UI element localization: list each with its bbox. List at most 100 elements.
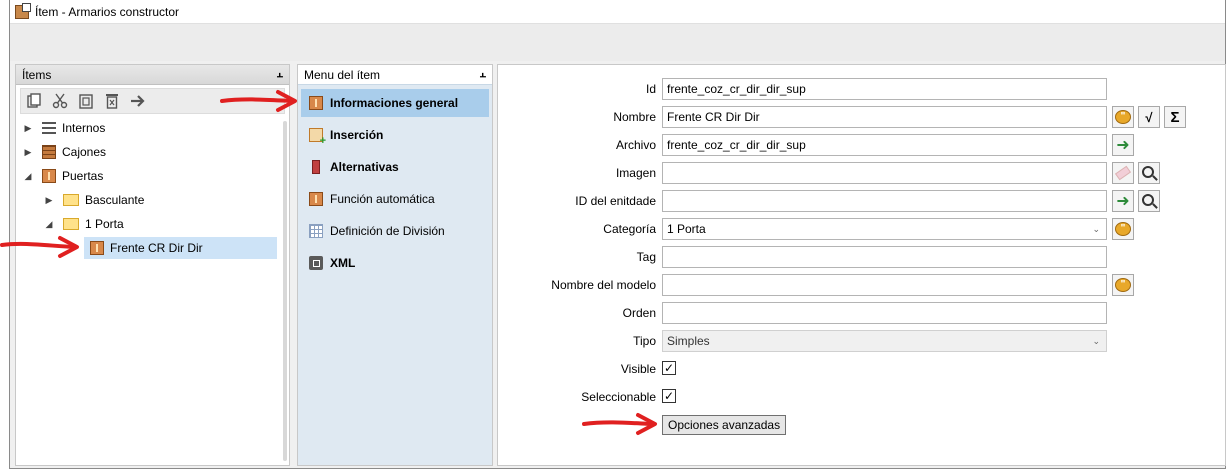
insert-icon (309, 128, 326, 147)
imagen-field[interactable] (662, 162, 1107, 184)
menu-item-label: XML (330, 256, 356, 270)
door-icon (309, 192, 323, 206)
door-icon (90, 241, 104, 255)
orden-label: Orden (622, 306, 656, 320)
menu-item-funcion-automatica[interactable]: Función automática (301, 185, 489, 213)
items-panel: Ítems ⫠ ▶ Internos ▶ Cajones ◢ Puertas ▶… (15, 64, 290, 466)
archivo-field[interactable]: frente_coz_cr_dir_dir_sup (662, 134, 1107, 156)
window-title: Ítem - Armarios constructor (35, 4, 180, 19)
arrow-right-icon: ➜ (1116, 137, 1130, 154)
expand-icon[interactable]: ▶ (43, 195, 55, 206)
speech-bubble-icon: " (1115, 278, 1131, 292)
app-icon (15, 2, 31, 19)
sigma-icon: Σ (1170, 108, 1180, 126)
visible-label: Visible (620, 362, 656, 376)
tree-item-label: Cajones (62, 145, 107, 159)
nombre-label: Nombre (613, 110, 656, 124)
id-field[interactable]: frente_coz_cr_dir_dir_sup (662, 78, 1107, 100)
square-root-icon: √ (1145, 109, 1153, 125)
door-icon (309, 96, 323, 110)
tipo-value: Simples (667, 334, 710, 348)
goto-entidad-button[interactable]: ➜ (1112, 190, 1134, 212)
imagen-label: Imagen (615, 166, 656, 180)
door-icon (42, 169, 56, 183)
categoria-select[interactable]: 1 Porta ⌄ (662, 218, 1107, 240)
menu-item-label: Alternativas (330, 160, 399, 174)
seleccionable-checkbox[interactable]: ✓ (662, 389, 676, 403)
seleccionable-label: Seleccionable (581, 390, 656, 404)
expand-icon[interactable]: ▶ (22, 147, 34, 158)
pin-icon[interactable]: ⫠ (276, 68, 283, 81)
menu-item-label: Informaciones general (330, 96, 459, 110)
delete-icon[interactable] (103, 92, 121, 110)
id-entidad-field[interactable] (662, 190, 1107, 212)
items-panel-header: Ítems ⫠ (16, 65, 289, 85)
menu-panel-title: Menu del ítem (304, 67, 381, 82)
id-entidad-label: ID del enitdade (575, 194, 656, 208)
tree-item-label: Frente CR Dir Dir (110, 241, 203, 255)
folder-icon (63, 218, 79, 230)
sum-button[interactable]: Σ (1164, 106, 1186, 128)
tree-item-label: Internos (62, 121, 106, 135)
tipo-select: Simples ⌄ (662, 330, 1107, 352)
paste-icon[interactable] (77, 92, 95, 110)
expand-icon[interactable]: ▶ (22, 123, 34, 134)
arrow-right-icon: ➜ (1116, 193, 1130, 210)
search-icon (1142, 194, 1154, 206)
translate-categoria-button[interactable]: " (1112, 218, 1134, 240)
item-menu-panel: Menu del ítem ⫠ Informaciones general In… (297, 64, 493, 466)
translate-button[interactable]: " (1112, 106, 1134, 128)
collapse-icon[interactable]: ◢ (22, 171, 34, 182)
tree-item-frente-cr-dir-dir[interactable]: Frente CR Dir Dir (84, 237, 277, 259)
ribbon-area (10, 23, 1225, 61)
orden-field[interactable] (662, 302, 1107, 324)
tag-field[interactable] (662, 246, 1107, 268)
move-icon[interactable] (129, 92, 147, 110)
eraser-icon (1114, 165, 1132, 181)
speech-bubble-icon: " (1115, 222, 1131, 236)
tree-item-basculante[interactable]: ▶ Basculante (43, 189, 145, 211)
item-form-panel: Id frente_coz_cr_dir_dir_sup Nombre Fren… (497, 64, 1226, 466)
folder-icon (63, 194, 79, 206)
search-imagen-button[interactable] (1138, 162, 1160, 184)
menu-panel-header: Menu del ítem ⫠ (298, 65, 492, 85)
nombre-modelo-field[interactable] (662, 274, 1107, 296)
collapse-icon[interactable]: ◢ (43, 219, 55, 230)
nombre-field[interactable]: Frente CR Dir Dir (662, 106, 1107, 128)
title-bar: Ítem - Armarios constructor (10, 0, 1225, 23)
speech-bubble-icon: " (1115, 110, 1131, 124)
advanced-options-button[interactable]: Opciones avanzadas (662, 415, 787, 435)
xml-icon (309, 256, 323, 270)
tree-item-internos[interactable]: ▶ Internos (22, 117, 106, 139)
items-toolbar (20, 88, 285, 114)
search-entidad-button[interactable] (1138, 190, 1160, 212)
copy-icon[interactable] (25, 92, 43, 110)
chevron-down-icon[interactable]: ⌄ (1092, 219, 1100, 239)
menu-item-definicion-division[interactable]: Definición de División (301, 217, 489, 245)
alternatives-icon (312, 160, 320, 174)
visible-checkbox[interactable]: ✓ (662, 361, 676, 375)
menu-item-alternativas[interactable]: Alternativas (301, 153, 489, 181)
tree-item-1-porta[interactable]: ◢ 1 Porta (43, 213, 124, 235)
workspace: Ítems ⫠ ▶ Internos ▶ Cajones ◢ Puertas ▶… (10, 61, 1226, 468)
tree-item-label: Puertas (62, 169, 104, 183)
nombre-modelo-label: Nombre del modelo (551, 278, 656, 292)
items-scrollbar[interactable] (283, 121, 287, 461)
search-icon (1142, 166, 1154, 178)
menu-item-label: Definición de División (330, 224, 445, 238)
goto-archivo-button[interactable]: ➜ (1112, 134, 1134, 156)
menu-item-informaciones-general[interactable]: Informaciones general (301, 89, 489, 117)
menu-item-xml[interactable]: XML (301, 249, 489, 277)
formula-button[interactable]: √ (1138, 106, 1160, 128)
pin-icon[interactable]: ⫠ (479, 68, 486, 81)
cut-icon[interactable] (51, 92, 69, 110)
tipo-label: Tipo (633, 334, 656, 348)
clear-imagen-button[interactable] (1112, 162, 1134, 184)
app-window: Ítem - Armarios constructor Ítems ⫠ ▶ In… (9, 0, 1226, 469)
categoria-label: Categoría (603, 222, 656, 236)
tag-label: Tag (636, 250, 656, 264)
translate-modelo-button[interactable]: " (1112, 274, 1134, 296)
tree-item-puertas[interactable]: ◢ Puertas (22, 165, 103, 187)
menu-item-insercion[interactable]: Inserción (301, 121, 489, 149)
tree-item-cajones[interactable]: ▶ Cajones (22, 141, 106, 163)
